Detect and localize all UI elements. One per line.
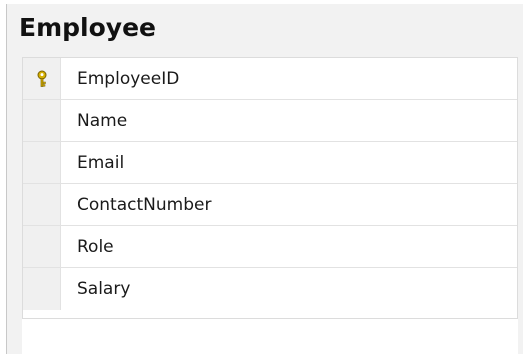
primary-key-icon (37, 70, 46, 87)
column-name: ContactNumber (77, 194, 212, 215)
column-row-salary[interactable]: Salary (23, 268, 517, 310)
column-row-contactnumber[interactable]: ContactNumber (23, 184, 517, 226)
column-name: Salary (77, 279, 131, 299)
column-name: Email (77, 152, 125, 173)
column-name: EmployeeID (77, 68, 180, 89)
row-selector[interactable] (23, 184, 61, 225)
column-grid[interactable]: EmployeeID Name Email ContactNumber Role… (22, 57, 518, 319)
column-row-email[interactable]: Email (23, 142, 517, 184)
row-selector[interactable] (23, 226, 61, 267)
table-designer-box[interactable]: Employee EmployeeID Name Email ContactNu… (6, 4, 523, 356)
row-selector[interactable] (23, 100, 61, 141)
table-title: Employee (19, 13, 156, 42)
column-row-name[interactable]: Name (23, 100, 517, 142)
column-name: Role (77, 236, 114, 257)
column-row-employeeid[interactable]: EmployeeID (23, 58, 517, 100)
column-name: Name (77, 110, 128, 131)
column-row-role[interactable]: Role (23, 226, 517, 268)
empty-grid-area (22, 319, 518, 356)
row-selector[interactable] (23, 58, 61, 99)
row-selector[interactable] (23, 268, 61, 310)
row-selector[interactable] (23, 142, 61, 183)
